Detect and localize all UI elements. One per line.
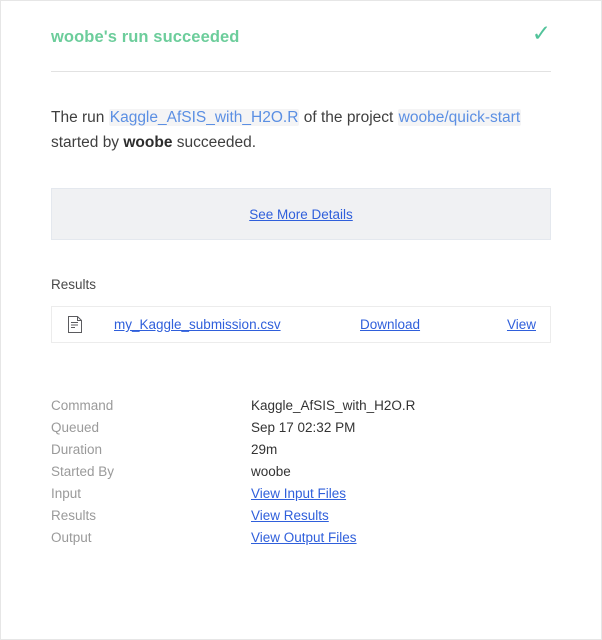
view-input-files-link[interactable]: View Input Files: [251, 486, 346, 501]
content-container: woobe's run succeeded ✓ The run Kaggle_A…: [1, 1, 601, 549]
detail-label: Duration: [51, 439, 251, 461]
header-divider: [51, 71, 551, 72]
project-link[interactable]: woobe/quick-start: [398, 109, 521, 126]
see-more-details-panel[interactable]: See More Details: [51, 188, 551, 240]
file-document-icon: [67, 316, 83, 334]
run-name-link[interactable]: Kaggle_AfSIS_with_H2O.R: [109, 109, 300, 126]
detail-value: View Input Files: [251, 483, 551, 505]
detail-value: woobe: [251, 461, 551, 483]
detail-value: Kaggle_AfSIS_with_H2O.R: [251, 395, 551, 417]
summary-suffix: succeeded.: [172, 134, 256, 151]
page-title: woobe's run succeeded: [51, 27, 551, 47]
see-more-details-link[interactable]: See More Details: [249, 207, 353, 222]
download-link[interactable]: Download: [360, 317, 420, 332]
check-icon: ✓: [532, 22, 551, 45]
view-results-link[interactable]: View Results: [251, 508, 329, 523]
detail-label: Queued: [51, 417, 251, 439]
summary-prefix: The run: [51, 109, 109, 126]
table-row: Results View Results: [51, 505, 551, 527]
run-detail-table: Command Kaggle_AfSIS_with_H2O.R Queued S…: [51, 395, 551, 549]
detail-label: Input: [51, 483, 251, 505]
run-detail-table-body: Command Kaggle_AfSIS_with_H2O.R Queued S…: [51, 395, 551, 549]
run-summary-text: The run Kaggle_AfSIS_with_H2O.R of the p…: [51, 105, 551, 155]
detail-value: Sep 17 02:32 PM: [251, 417, 551, 439]
table-row: Input View Input Files: [51, 483, 551, 505]
view-link[interactable]: View: [507, 317, 536, 332]
email-notification-page: woobe's run succeeded ✓ The run Kaggle_A…: [0, 0, 602, 640]
summary-user: woobe: [123, 134, 172, 151]
result-file-name-link[interactable]: my_Kaggle_submission.csv: [114, 317, 281, 332]
detail-label: Started By: [51, 461, 251, 483]
header: woobe's run succeeded ✓: [51, 1, 551, 47]
view-output-files-link[interactable]: View Output Files: [251, 530, 357, 545]
detail-label: Results: [51, 505, 251, 527]
summary-continuation: started by: [51, 134, 123, 151]
results-heading: Results: [51, 277, 551, 293]
detail-label: Command: [51, 395, 251, 417]
table-row: Queued Sep 17 02:32 PM: [51, 417, 551, 439]
detail-label: Output: [51, 527, 251, 549]
table-row: Duration 29m: [51, 439, 551, 461]
detail-value: View Results: [251, 505, 551, 527]
table-row: Started By woobe: [51, 461, 551, 483]
table-row: Output View Output Files: [51, 527, 551, 549]
summary-middle: of the project: [299, 109, 397, 126]
detail-value: 29m: [251, 439, 551, 461]
detail-value: View Output Files: [251, 527, 551, 549]
result-file-row: my_Kaggle_submission.csv Download View: [51, 306, 551, 343]
table-row: Command Kaggle_AfSIS_with_H2O.R: [51, 395, 551, 417]
